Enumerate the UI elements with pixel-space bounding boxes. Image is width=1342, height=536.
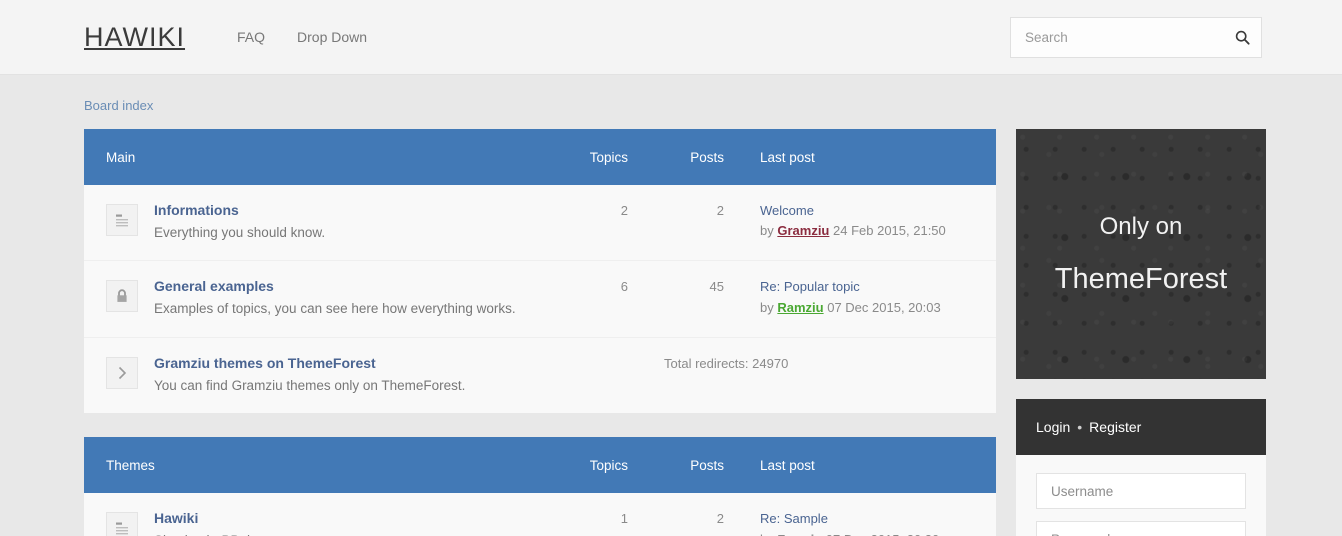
last-post-author-link[interactable]: Zamziu bbox=[777, 532, 822, 536]
breadcrumb: Board index bbox=[84, 75, 1262, 129]
search-box bbox=[1010, 17, 1262, 58]
forum-description: Examples of topics, you can see here how… bbox=[154, 300, 522, 319]
forum-title-link[interactable]: Hawiki bbox=[154, 509, 522, 529]
last-post-subject-link[interactable]: Welcome bbox=[760, 201, 976, 221]
last-post-author-link[interactable]: Gramziu bbox=[777, 223, 829, 238]
forum-posts-count: 2 bbox=[628, 201, 724, 218]
table-row: General examples Examples of topics, you… bbox=[84, 261, 996, 337]
column-header-posts: Posts bbox=[628, 458, 724, 473]
promo-banner-line1: Only on bbox=[1100, 213, 1183, 241]
forum-topics-count: 6 bbox=[532, 277, 628, 294]
last-post-date: 07 Dec 2015, 20:03 bbox=[827, 300, 940, 315]
forum-posts-count: 2 bbox=[628, 509, 724, 526]
last-post-subject-link[interactable]: Re: Sample bbox=[760, 509, 976, 529]
category-title: Main bbox=[106, 150, 532, 165]
forum-link-chevron-icon bbox=[106, 357, 138, 389]
column-header-posts: Posts bbox=[628, 150, 724, 165]
forum-category-themes: Themes Topics Posts Last post bbox=[84, 437, 996, 536]
forum-description: Simple phpBB theme. bbox=[154, 532, 522, 536]
column-header-last-post: Last post bbox=[724, 458, 976, 473]
table-row: Informations Everything you should know.… bbox=[84, 185, 996, 261]
forum-description: Everything you should know. bbox=[154, 224, 522, 243]
last-post-meta: by Gramziu 24 Feb 2015, 21:50 bbox=[760, 221, 976, 241]
login-box: Login • Register bbox=[1016, 399, 1266, 536]
forum-locked-icon bbox=[106, 280, 138, 312]
forum-title-link[interactable]: General examples bbox=[154, 277, 522, 297]
table-row: Hawiki Simple phpBB theme. 1 2 Re: Sampl… bbox=[84, 493, 996, 536]
category-header: Main Topics Posts Last post bbox=[84, 129, 996, 185]
search-icon bbox=[1235, 30, 1250, 45]
register-link[interactable]: Register bbox=[1089, 419, 1141, 435]
login-link[interactable]: Login bbox=[1036, 419, 1070, 435]
last-post-by-label: by bbox=[760, 300, 774, 315]
category-title: Themes bbox=[106, 458, 532, 473]
last-post-meta: by Zamziu 07 Dec 2015, 20:20 bbox=[760, 530, 976, 536]
last-post-by-label: by bbox=[760, 223, 774, 238]
promo-banner-line2: ThemeForest bbox=[1055, 263, 1227, 296]
forum-document-icon bbox=[106, 512, 138, 536]
username-field[interactable] bbox=[1036, 473, 1246, 509]
forum-list: Main Topics Posts Last post bbox=[84, 129, 996, 536]
forum-last-post: Re: Popular topic by Ramziu 07 Dec 2015,… bbox=[724, 277, 976, 317]
search-button[interactable] bbox=[1230, 25, 1254, 49]
forum-last-post: Welcome by Gramziu 24 Feb 2015, 21:50 bbox=[724, 201, 976, 241]
last-post-date: 24 Feb 2015, 21:50 bbox=[833, 223, 946, 238]
last-post-subject-link[interactable]: Re: Popular topic bbox=[760, 277, 976, 297]
forum-info: Informations Everything you should know. bbox=[154, 201, 532, 242]
column-header-topics: Topics bbox=[532, 458, 628, 473]
forum-info: General examples Examples of topics, you… bbox=[154, 277, 532, 318]
forum-last-post: Re: Sample by Zamziu 07 Dec 2015, 20:20 bbox=[724, 509, 976, 536]
table-row: Gramziu themes on ThemeForest You can fi… bbox=[84, 338, 996, 413]
column-header-last-post: Last post bbox=[724, 150, 976, 165]
forum-category-main: Main Topics Posts Last post bbox=[84, 129, 996, 413]
breadcrumb-board-index[interactable]: Board index bbox=[84, 98, 153, 113]
login-separator: • bbox=[1077, 419, 1082, 435]
forum-redirect-count: Total redirects: 24970 bbox=[628, 354, 976, 371]
forum-document-icon bbox=[106, 204, 138, 236]
forum-title-link[interactable]: Informations bbox=[154, 201, 522, 221]
forum-info: Gramziu themes on ThemeForest You can fi… bbox=[154, 354, 628, 395]
last-post-date: 07 Dec 2015, 20:20 bbox=[826, 532, 939, 536]
category-header: Themes Topics Posts Last post bbox=[84, 437, 996, 493]
last-post-meta: by Ramziu 07 Dec 2015, 20:03 bbox=[760, 298, 976, 318]
last-post-author-link[interactable]: Ramziu bbox=[777, 300, 823, 315]
login-box-header: Login • Register bbox=[1016, 399, 1266, 455]
promo-banner[interactable]: Only on ThemeForest bbox=[1016, 129, 1266, 379]
forum-description: You can find Gramziu themes only on Them… bbox=[154, 377, 618, 396]
main-nav: FAQ Drop Down bbox=[221, 19, 383, 55]
search-input[interactable] bbox=[1010, 17, 1262, 58]
nav-item-drop-down[interactable]: Drop Down bbox=[281, 19, 383, 55]
nav-item-faq[interactable]: FAQ bbox=[221, 19, 281, 55]
site-header: HAWIKI FAQ Drop Down bbox=[0, 0, 1342, 75]
password-field[interactable] bbox=[1036, 521, 1246, 536]
page-body: Board index Main Topics Posts Last post bbox=[0, 75, 1342, 536]
column-header-topics: Topics bbox=[532, 150, 628, 165]
login-form bbox=[1016, 455, 1266, 536]
forum-posts-count: 45 bbox=[628, 277, 724, 294]
forum-title-link[interactable]: Gramziu themes on ThemeForest bbox=[154, 354, 618, 374]
sidebar: Only on ThemeForest Login • Register bbox=[1016, 129, 1266, 536]
last-post-by-label: by bbox=[760, 532, 774, 536]
site-logo[interactable]: HAWIKI bbox=[84, 22, 185, 53]
forum-info: Hawiki Simple phpBB theme. bbox=[154, 509, 532, 536]
forum-topics-count: 2 bbox=[532, 201, 628, 218]
forum-topics-count: 1 bbox=[532, 509, 628, 526]
